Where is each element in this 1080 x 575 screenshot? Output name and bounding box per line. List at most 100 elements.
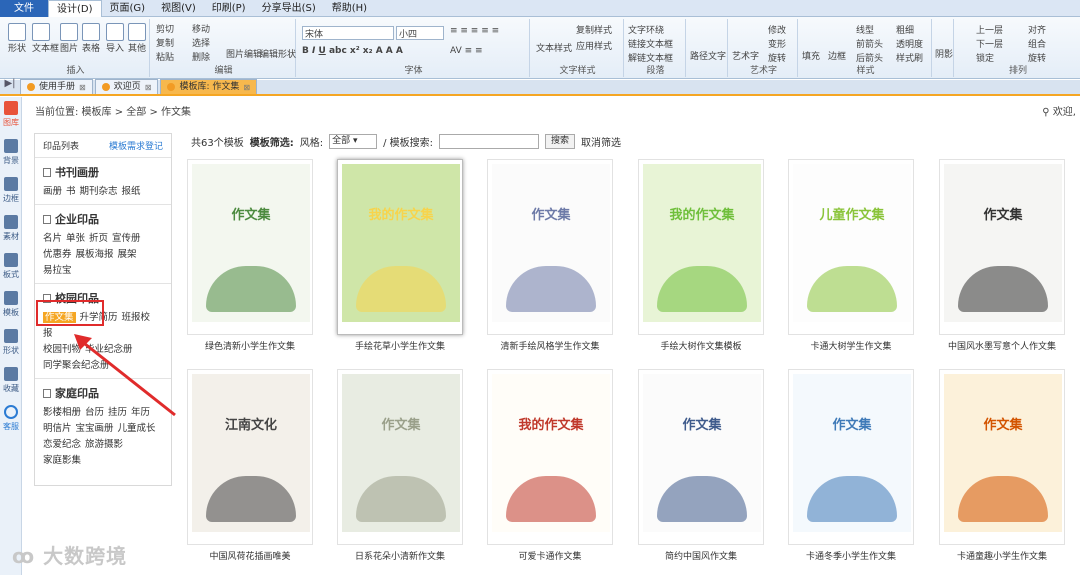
category-item[interactable]: 报纸 <box>122 186 141 197</box>
text-wrap-button[interactable]: 文字环绕 <box>628 23 664 36</box>
leftbar-shape[interactable]: 形状 <box>0 325 22 363</box>
leftbar-border[interactable]: 边框 <box>0 173 22 211</box>
close-icon[interactable]: ⊠ <box>79 80 86 95</box>
table-button[interactable]: 表格 <box>82 23 100 54</box>
opacity-button[interactable]: 透明度 <box>896 37 923 50</box>
close-icon[interactable]: ⊠ <box>145 80 152 95</box>
template-card[interactable]: 儿童作文集 卡通大树学生作文集 <box>788 159 914 352</box>
bring-forward-button[interactable]: 上一层 <box>976 23 1003 36</box>
category-item[interactable]: 画册 <box>43 186 62 197</box>
shadow-button[interactable]: 阴影 <box>935 47 953 60</box>
category-section-title[interactable]: 书刊画册 <box>55 164 99 180</box>
menu-design[interactable]: 设计(D) <box>48 0 102 17</box>
line-type-button[interactable]: 线型 <box>856 23 874 36</box>
other-button[interactable]: 其他 <box>128 23 146 54</box>
category-books: 书刊画册 画册书期刊杂志 报纸 <box>35 158 171 205</box>
link-textbox-button[interactable]: 链接文本框 <box>628 37 673 50</box>
send-backward-button[interactable]: 下一层 <box>976 37 1003 50</box>
template-card[interactable]: 作文集 卡通童趣小学生作文集 <box>939 369 1065 562</box>
category-item[interactable]: 宝宝画册 <box>76 423 114 434</box>
cut-button[interactable]: 剪切 <box>156 22 174 35</box>
leftbar-material[interactable]: 素材 <box>0 211 22 249</box>
fill-button[interactable]: 填充 <box>802 49 820 62</box>
font-name-select[interactable]: 宋体 <box>302 26 394 40</box>
category-item[interactable]: 儿童成长 <box>118 423 156 434</box>
tab-template-library[interactable]: 模板库: 作文集 ⊠ <box>160 79 258 95</box>
menu-print[interactable]: 印刷(P) <box>204 0 254 17</box>
import-button[interactable]: 导入 <box>106 23 124 54</box>
leftbar-layout[interactable]: 板式 <box>0 249 22 287</box>
category-item[interactable]: 优惠券 <box>43 249 72 260</box>
weight-button[interactable]: 粗细 <box>896 23 914 36</box>
tab-welcome[interactable]: 欢迎页 ⊠ <box>94 79 159 95</box>
template-card[interactable]: 作文集 简约中国风作文集 <box>638 369 764 562</box>
edit-shape-button[interactable]: 编辑形状 <box>260 47 296 60</box>
copy-style-button[interactable]: 复制样式 <box>576 23 612 36</box>
menu-view[interactable]: 视图(V) <box>153 0 204 17</box>
select-button[interactable]: 选择 <box>192 36 210 49</box>
leftbar-favorites[interactable]: 收藏 <box>0 363 22 401</box>
template-card[interactable]: 我的作文集 手绘大树作文集模板 <box>638 159 764 352</box>
path-text-button[interactable]: 路径文字 <box>690 49 726 62</box>
category-item[interactable]: 单张 <box>66 233 85 244</box>
image-button[interactable]: 图片 <box>60 23 78 54</box>
template-card[interactable]: 作文集 绿色清新小学生作文集 <box>187 159 313 352</box>
art-text-button[interactable]: 艺术字 <box>732 49 759 62</box>
template-card[interactable]: 作文集 清新手绘风格学生作文集 <box>487 159 613 352</box>
category-section-title[interactable]: 企业印品 <box>55 211 99 227</box>
search-input[interactable] <box>439 134 540 149</box>
border-button[interactable]: 边框 <box>828 49 846 62</box>
menu-share[interactable]: 分享导出(S) <box>254 0 324 17</box>
textbox-button[interactable]: 文本框 <box>32 23 59 54</box>
close-icon[interactable]: ⊠ <box>243 80 250 95</box>
tab-manual[interactable]: 使用手册 ⊠ <box>20 79 93 94</box>
template-card[interactable]: 作文集 中国风水墨写意个人作文集 <box>939 159 1065 352</box>
spacing-icons[interactable]: AV ≡ ≡ <box>450 46 483 56</box>
align-button[interactable]: 对齐 <box>1028 23 1046 36</box>
apply-style-button[interactable]: 应用样式 <box>576 39 612 52</box>
transform-button[interactable]: 变形 <box>768 37 786 50</box>
move-button[interactable]: 移动 <box>192 22 210 35</box>
category-item[interactable]: 折页 <box>89 233 108 244</box>
shape-button[interactable]: 形状 <box>8 23 26 54</box>
leftbar-background[interactable]: 背景 <box>0 135 22 173</box>
text-style-button[interactable]: 文本样式 <box>536 41 572 54</box>
category-item[interactable]: 旅游摄影 <box>85 439 123 450</box>
leftbar-gallery[interactable]: 图库 <box>0 97 22 135</box>
menu-help[interactable]: 帮助(H) <box>324 0 375 17</box>
cancel-filter-link[interactable]: 取消筛选 <box>581 134 621 149</box>
menu-page[interactable]: 页面(G) <box>102 0 154 17</box>
category-item[interactable]: 宣传册 <box>112 233 141 244</box>
category-item[interactable]: 名片 <box>43 233 62 244</box>
template-card[interactable]: 作文集 日系花朵小清新作文集 <box>337 369 463 562</box>
category-item[interactable]: 明信片 <box>43 423 72 434</box>
leftbar-support[interactable]: 客服 <box>0 401 22 439</box>
template-card[interactable]: 我的作文集 手绘花草小学生作文集 <box>337 159 463 352</box>
template-card[interactable]: 作文集 卡通冬季小学生作文集 <box>788 369 914 562</box>
image-edit-button[interactable]: 图片编辑 <box>226 47 262 60</box>
menu-file[interactable]: 文件(F) <box>0 0 48 31</box>
category-item[interactable]: 展板海报 <box>76 249 114 260</box>
group-button[interactable]: 组合 <box>1028 37 1046 50</box>
delete-button[interactable]: 删除 <box>192 50 210 63</box>
template-request-link[interactable]: 模板需求登记 <box>109 139 163 152</box>
category-item[interactable]: 展架 <box>118 249 137 260</box>
template-card[interactable]: 我的作文集 可爱卡通作文集 <box>487 369 613 562</box>
category-item[interactable]: 期刊杂志 <box>80 186 118 197</box>
copy-button[interactable]: 复制 <box>156 36 174 49</box>
bold-icon[interactable]: B I U abc x² x₂ A A A <box>302 46 403 56</box>
tab-scroll-icon[interactable]: ▶| <box>0 78 20 94</box>
paste-button[interactable]: 粘贴 <box>156 50 174 63</box>
align-icons[interactable]: ≡ ≡ ≡ ≡ ≡ <box>450 26 499 36</box>
template-card[interactable]: 江南文化 中国风荷花插画唯美 <box>187 369 313 562</box>
category-item[interactable]: 恋爱纪念 <box>43 439 81 450</box>
search-button[interactable]: 搜索 <box>545 134 576 149</box>
category-item[interactable]: 书 <box>66 186 76 197</box>
category-item[interactable]: 家庭影集 <box>43 455 81 466</box>
style-select[interactable]: 全部 ▾ <box>329 134 378 149</box>
font-size-select[interactable]: 小四 <box>396 26 444 40</box>
front-arrow-button[interactable]: 前箭头 <box>856 37 883 50</box>
modify-button[interactable]: 修改 <box>768 23 786 36</box>
category-item[interactable]: 易拉宝 <box>43 265 72 276</box>
leftbar-template[interactable]: 模板 <box>0 287 22 325</box>
